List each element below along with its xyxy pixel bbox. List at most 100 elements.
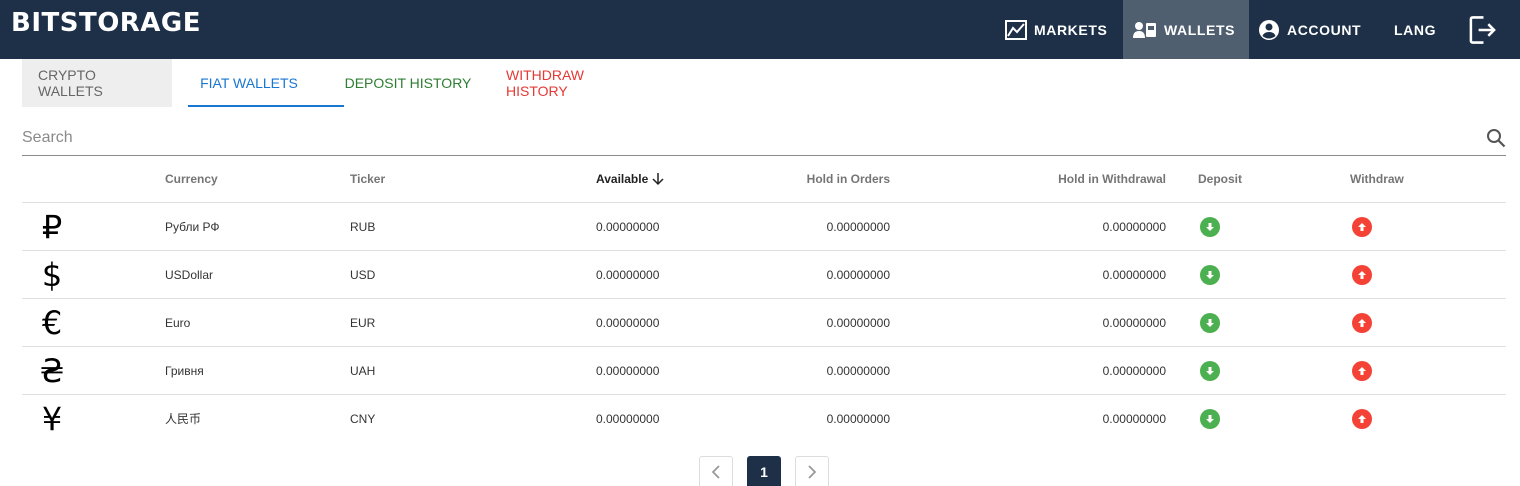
nav-markets[interactable]: MARKETS	[1005, 0, 1107, 59]
nav-account-label: ACCOUNT	[1287, 21, 1362, 38]
search-icon[interactable]	[1486, 128, 1506, 148]
hold-in-withdrawal: 0.00000000	[1102, 315, 1166, 330]
deposit-button[interactable]	[1200, 360, 1220, 381]
wallet-tabs: CRYPTO WALLETS FIAT WALLETS DEPOSIT HIST…	[22, 59, 658, 107]
search-bar	[22, 120, 1506, 156]
nav-markets-label: MARKETS	[1034, 21, 1108, 38]
currency-ticker: CNY	[350, 411, 376, 426]
currency-name: Гривня	[165, 363, 204, 378]
fiat-wallets-table: Currency Ticker Available Hold in Orders…	[22, 156, 1506, 443]
currency-name: Euro	[165, 315, 191, 330]
pagination-next-button[interactable]	[795, 456, 829, 486]
deposit-cell	[1200, 395, 1220, 442]
withdraw-button[interactable]	[1352, 360, 1372, 381]
withdraw-button[interactable]	[1352, 216, 1372, 237]
logout-button[interactable]	[1468, 0, 1504, 59]
currency-name: Рубли РФ	[165, 219, 220, 234]
currency-name: 人民币	[165, 412, 202, 426]
arrow-down-icon	[1206, 318, 1214, 327]
available-balance: 0.00000000	[596, 411, 660, 426]
column-withdraw: Withdraw	[1350, 172, 1404, 186]
deposit-button[interactable]	[1200, 312, 1220, 333]
hold-in-withdrawal: 0.00000000	[1102, 363, 1166, 378]
table-row: ₽ Рубли РФ RUB 0.00000000 0.00000000 0.0…	[22, 203, 1506, 251]
withdraw-cell	[1352, 251, 1372, 298]
arrow-down-icon	[1206, 270, 1214, 279]
account-circle-icon	[1259, 19, 1279, 40]
currency-ticker: RUB	[350, 219, 376, 234]
hold-in-withdrawal: 0.00000000	[1102, 411, 1166, 426]
available-balance: 0.00000000	[596, 219, 660, 234]
arrow-up-icon	[1358, 222, 1366, 231]
table-row: ¥ 人民币 CNY 0.00000000 0.00000000 0.000000…	[22, 395, 1506, 443]
withdraw-cell	[1352, 347, 1372, 394]
nav-lang[interactable]: LANG	[1394, 0, 1436, 59]
arrow-down-icon	[1206, 414, 1214, 423]
withdraw-button[interactable]	[1352, 264, 1372, 285]
tab-fiat-wallets[interactable]: FIAT WALLETS	[172, 59, 344, 107]
currency-symbol: ₴	[39, 351, 65, 390]
tab-withdraw-history[interactable]: WITHDRAW HISTORY	[490, 59, 658, 107]
deposit-button[interactable]	[1200, 408, 1220, 429]
nav-account[interactable]: ACCOUNT	[1258, 0, 1361, 59]
logout-icon	[1469, 15, 1496, 44]
withdraw-cell	[1352, 299, 1372, 346]
hold-in-orders: 0.00000000	[826, 219, 890, 234]
table-row: € Euro EUR 0.00000000 0.00000000 0.00000…	[22, 299, 1506, 347]
table-row: $ USDollar USD 0.00000000 0.00000000 0.0…	[22, 251, 1506, 299]
withdraw-button[interactable]	[1352, 408, 1372, 429]
pagination-prev-button[interactable]	[699, 456, 733, 486]
deposit-cell	[1200, 347, 1220, 394]
column-available-label: Available	[596, 172, 649, 186]
currency-symbol: €	[41, 303, 63, 342]
table-header: Currency Ticker Available Hold in Orders…	[22, 156, 1506, 203]
table-body: ₽ Рубли РФ RUB 0.00000000 0.00000000 0.0…	[22, 203, 1506, 443]
chevron-right-icon	[808, 464, 817, 479]
currency-symbol: $	[41, 255, 63, 294]
available-balance: 0.00000000	[596, 267, 660, 282]
currency-ticker: UAH	[350, 363, 376, 378]
column-currency[interactable]: Currency	[165, 156, 218, 202]
deposit-button[interactable]	[1200, 216, 1220, 237]
deposit-button[interactable]	[1200, 264, 1220, 285]
arrow-down-icon	[1206, 366, 1214, 375]
arrow-up-icon	[1358, 414, 1366, 423]
arrow-up-icon	[1358, 318, 1366, 327]
column-hold-withdrawal[interactable]: Hold in Withdrawal	[1058, 156, 1166, 202]
chevron-left-icon	[711, 464, 720, 479]
withdraw-cell	[1352, 203, 1372, 250]
available-balance: 0.00000000	[596, 315, 660, 330]
search-input[interactable]	[22, 124, 1462, 152]
currency-ticker: USD	[350, 267, 376, 282]
arrow-up-icon	[1358, 270, 1366, 279]
deposit-cell	[1200, 203, 1220, 250]
top-navigation-bar: BITSTORAGE MARKETS WALLETS ACCOUNT LANG	[0, 0, 1520, 59]
currency-symbol: ₽	[41, 207, 63, 246]
column-hold-orders[interactable]: Hold in Orders	[807, 156, 890, 202]
hold-in-withdrawal: 0.00000000	[1102, 267, 1166, 282]
hold-in-orders: 0.00000000	[826, 267, 890, 282]
hold-in-orders: 0.00000000	[826, 315, 890, 330]
column-available[interactable]: Available	[596, 156, 665, 202]
arrow-up-icon	[1358, 366, 1366, 375]
pagination-page-current[interactable]: 1	[747, 456, 781, 486]
column-deposit: Deposit	[1198, 172, 1243, 186]
logo[interactable]: BITSTORAGE	[11, 8, 201, 38]
table-row: ₴ Гривня UAH 0.00000000 0.00000000 0.000…	[22, 347, 1506, 395]
currency-symbol: ¥	[41, 399, 63, 438]
chart-line-icon	[1005, 19, 1027, 40]
arrow-down-icon	[652, 173, 664, 186]
available-balance: 0.00000000	[596, 363, 660, 378]
wallet-icon	[1133, 21, 1156, 38]
tab-deposit-history[interactable]: DEPOSIT HISTORY	[326, 59, 490, 107]
column-ticker[interactable]: Ticker	[350, 156, 385, 202]
tab-crypto-wallets[interactable]: CRYPTO WALLETS	[22, 59, 172, 107]
nav-lang-label: LANG	[1394, 21, 1437, 38]
currency-name: USDollar	[165, 267, 214, 282]
arrow-down-icon	[1206, 222, 1214, 231]
withdraw-cell	[1352, 395, 1372, 442]
nav-wallets-label: WALLETS	[1164, 21, 1236, 38]
hold-in-orders: 0.00000000	[826, 411, 890, 426]
withdraw-button[interactable]	[1352, 312, 1372, 333]
nav-wallets[interactable]: WALLETS	[1123, 0, 1249, 59]
